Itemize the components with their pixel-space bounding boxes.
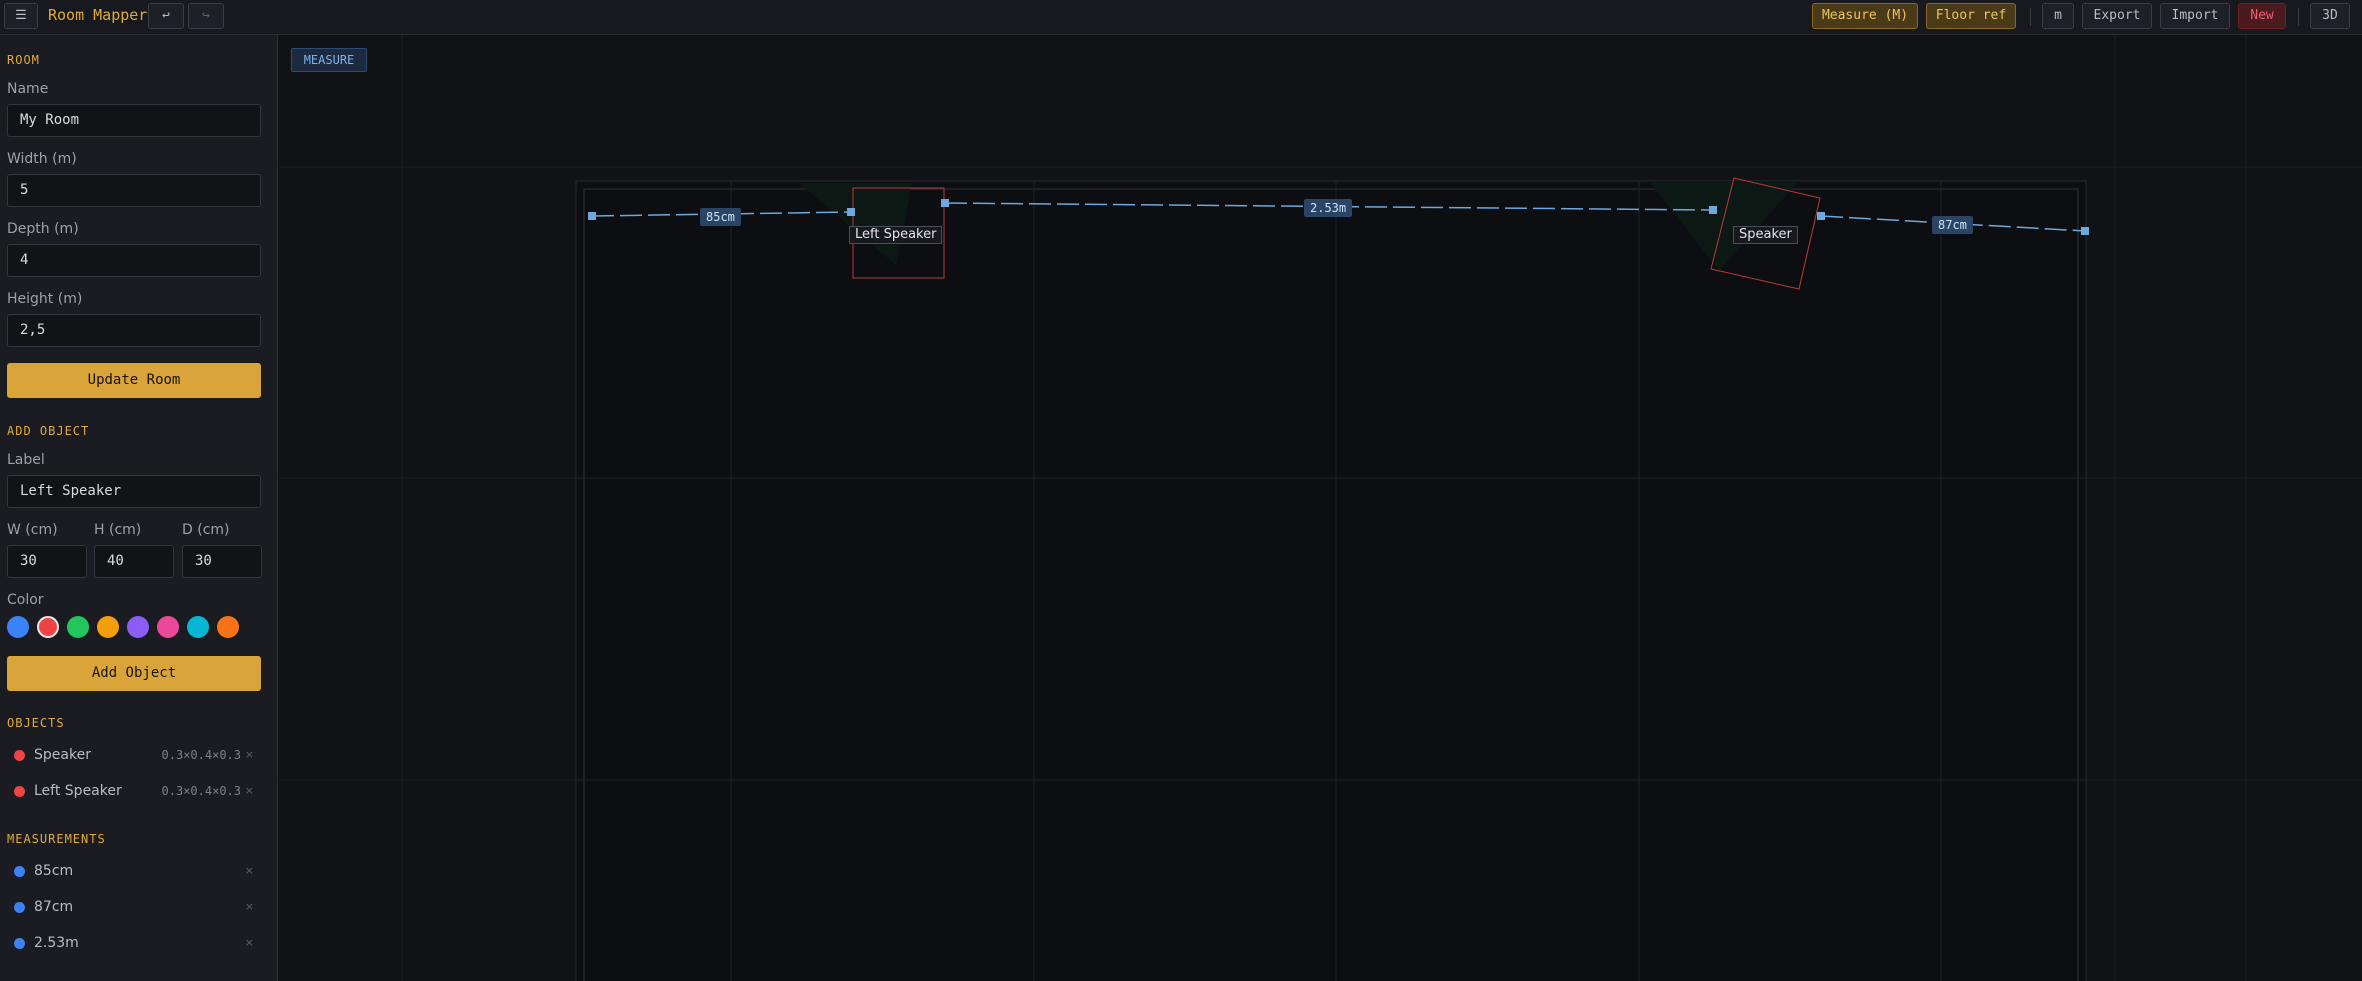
objects-heading: OBJECTS — [7, 716, 65, 730]
remove-object-button[interactable]: × — [245, 781, 254, 801]
measure-button[interactable]: Measure (M) — [1812, 3, 1918, 29]
remove-measurement-button[interactable]: × — [245, 933, 254, 953]
measure-handle[interactable] — [588, 212, 596, 220]
room-height-label: Height (m) — [7, 291, 83, 307]
object-dimensions: 0.3×0.4×0.3 — [161, 748, 241, 762]
color-dot — [14, 902, 25, 913]
toolbar-divider — [2030, 8, 2031, 26]
color-dot — [14, 938, 25, 949]
hamburger-icon: ☰ — [15, 8, 27, 23]
mode-badge: MEASURE — [291, 48, 367, 72]
import-button[interactable]: Import — [2160, 3, 2230, 29]
color-swatch[interactable] — [187, 616, 209, 638]
remove-measurement-button[interactable]: × — [245, 897, 254, 917]
measurement-label-87cm[interactable]: 87cm — [1932, 216, 1973, 234]
measurement-list-item[interactable]: 85cm × — [7, 861, 261, 881]
object-label-label: Label — [7, 452, 45, 468]
measure-handle[interactable] — [2081, 227, 2089, 235]
object-dimensions: 0.3×0.4×0.3 — [161, 784, 241, 798]
new-button[interactable]: New — [2238, 3, 2286, 29]
view-3d-button[interactable]: 3D — [2310, 3, 2350, 29]
measure-handle[interactable] — [847, 208, 855, 216]
floor-canvas[interactable] — [279, 35, 2362, 981]
menu-button[interactable]: ☰ — [4, 3, 38, 29]
measurement-label-85cm[interactable]: 85cm — [700, 208, 741, 226]
color-swatch[interactable] — [7, 616, 29, 638]
room-name-input[interactable]: My Room — [7, 104, 261, 137]
color-dot — [14, 866, 25, 877]
measurement-list-item[interactable]: 2.53m × — [7, 933, 261, 953]
sidebar: ROOM Name My Room Width (m) 5 Depth (m) … — [0, 35, 278, 981]
remove-object-button[interactable]: × — [245, 745, 254, 765]
object-height-input[interactable]: 40 — [94, 545, 174, 578]
unit-toggle-button[interactable]: m — [2042, 3, 2074, 29]
object-height-label: H (cm) — [94, 522, 142, 538]
object-list-item[interactable]: Left Speaker 0.3×0.4×0.3 × — [7, 781, 261, 801]
object-list-item[interactable]: Speaker 0.3×0.4×0.3 × — [7, 745, 261, 765]
floor-ref-button[interactable]: Floor ref — [1926, 3, 2016, 29]
color-swatch[interactable] — [67, 616, 89, 638]
object-width-label: W (cm) — [7, 522, 58, 538]
object-depth-input[interactable]: 30 — [182, 545, 262, 578]
object-label-speaker[interactable]: Speaker — [1733, 226, 1798, 244]
room-heading: ROOM — [7, 53, 40, 67]
color-swatch[interactable] — [127, 616, 149, 638]
measurement-label-2-53m[interactable]: 2.53m — [1304, 199, 1353, 217]
room-name-label: Name — [7, 81, 49, 97]
color-label: Color — [7, 592, 44, 608]
color-swatch[interactable] — [217, 616, 239, 638]
measurement-name: 87cm — [34, 899, 74, 915]
add-object-button[interactable]: Add Object — [7, 656, 261, 691]
object-name: Speaker — [34, 747, 91, 763]
room-height-input[interactable]: 2,5 — [7, 314, 261, 347]
room-width-input[interactable]: 5 — [7, 174, 261, 207]
measurement-list-item[interactable]: 87cm × — [7, 897, 261, 917]
toolbar-divider — [2298, 8, 2299, 26]
top-toolbar: ☰ Room Mapper ↩ ↪ Measure (M) Floor ref … — [0, 0, 2362, 35]
room-depth-input[interactable]: 4 — [7, 244, 261, 277]
export-button[interactable]: Export — [2082, 3, 2152, 29]
update-room-button[interactable]: Update Room — [7, 363, 261, 398]
room-width-label: Width (m) — [7, 151, 77, 167]
measure-handle[interactable] — [941, 199, 949, 207]
measurements-heading: MEASUREMENTS — [7, 832, 106, 846]
color-swatch[interactable] — [97, 616, 119, 638]
add-object-heading: ADD OBJECT — [7, 424, 90, 438]
color-swatch[interactable] — [37, 616, 59, 638]
floor-plan-svg — [279, 35, 2362, 981]
remove-measurement-button[interactable]: × — [245, 861, 254, 881]
object-label-input[interactable]: Left Speaker — [7, 475, 261, 508]
app-title: Room Mapper — [48, 6, 148, 24]
measure-handle[interactable] — [1709, 206, 1717, 214]
measure-handle[interactable] — [1817, 212, 1825, 220]
color-dot — [14, 786, 25, 797]
undo-button[interactable]: ↩ — [148, 3, 184, 29]
measurement-name: 2.53m — [34, 935, 79, 951]
object-depth-label: D (cm) — [182, 522, 230, 538]
object-label-left-speaker[interactable]: Left Speaker — [849, 226, 943, 244]
measurement-name: 85cm — [34, 863, 74, 879]
redo-icon: ↪ — [202, 8, 210, 23]
undo-icon: ↩ — [162, 8, 170, 23]
object-width-input[interactable]: 30 — [7, 545, 87, 578]
room-outline — [575, 180, 2087, 981]
redo-button[interactable]: ↪ — [188, 3, 224, 29]
room-depth-label: Depth (m) — [7, 221, 79, 237]
color-swatch[interactable] — [157, 616, 179, 638]
color-dot — [14, 750, 25, 761]
object-name: Left Speaker — [34, 783, 122, 799]
